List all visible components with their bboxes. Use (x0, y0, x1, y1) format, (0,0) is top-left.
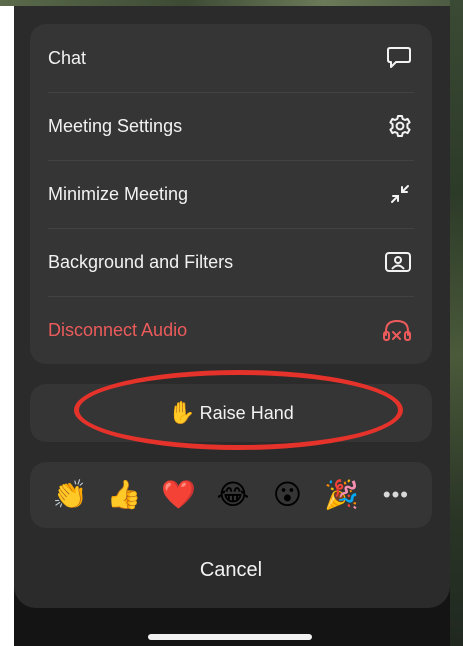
reactions-bar: 👏 👍 ❤️ 😂 😮 🎉 ••• (30, 462, 432, 528)
raised-hand-icon: ✋ (168, 400, 196, 425)
menu-item-disconnect-audio[interactable]: Disconnect Audio (30, 296, 432, 364)
menu-item-label: Background and Filters (48, 251, 234, 272)
home-indicator-area (14, 608, 450, 646)
more-options-sheet: Chat Meeting Settings Minimize Meeting B… (14, 6, 450, 646)
menu-item-label: Disconnect Audio (48, 319, 188, 340)
background-video-edge (450, 0, 463, 646)
party-popper-icon[interactable]: 🎉 (324, 481, 360, 509)
clapping-hands-icon[interactable]: 👏 (52, 481, 88, 509)
menu-item-chat[interactable]: Chat (30, 24, 432, 92)
minimize-arrows-icon (388, 182, 412, 206)
menu-item-minimize-meeting[interactable]: Minimize Meeting (30, 160, 432, 228)
menu-card: Chat Meeting Settings Minimize Meeting B… (30, 24, 432, 364)
menu-item-background-filters[interactable]: Background and Filters (30, 228, 432, 296)
menu-item-label: Meeting Settings (48, 115, 183, 136)
person-frame-icon (384, 250, 412, 274)
menu-item-meeting-settings[interactable]: Meeting Settings (30, 92, 432, 160)
menu-item-label: Chat (48, 47, 87, 68)
tears-of-joy-icon[interactable]: 😂 (215, 481, 251, 509)
raise-hand-label: Raise Hand (199, 402, 294, 423)
home-indicator[interactable] (148, 634, 312, 640)
gear-icon (388, 114, 412, 138)
menu-item-label: Minimize Meeting (48, 183, 189, 204)
raise-hand-button[interactable]: ✋ Raise Hand (30, 384, 432, 442)
headphones-x-icon (382, 317, 412, 343)
sheet-panel: Chat Meeting Settings Minimize Meeting B… (14, 6, 450, 608)
thumbs-up-icon[interactable]: 👍 (106, 481, 142, 509)
open-mouth-icon[interactable]: 😮 (269, 481, 305, 509)
heart-icon[interactable]: ❤️ (161, 481, 197, 509)
chat-bubble-icon (386, 46, 412, 70)
cancel-button[interactable]: Cancel (30, 546, 432, 594)
more-reactions-button[interactable]: ••• (378, 482, 414, 508)
